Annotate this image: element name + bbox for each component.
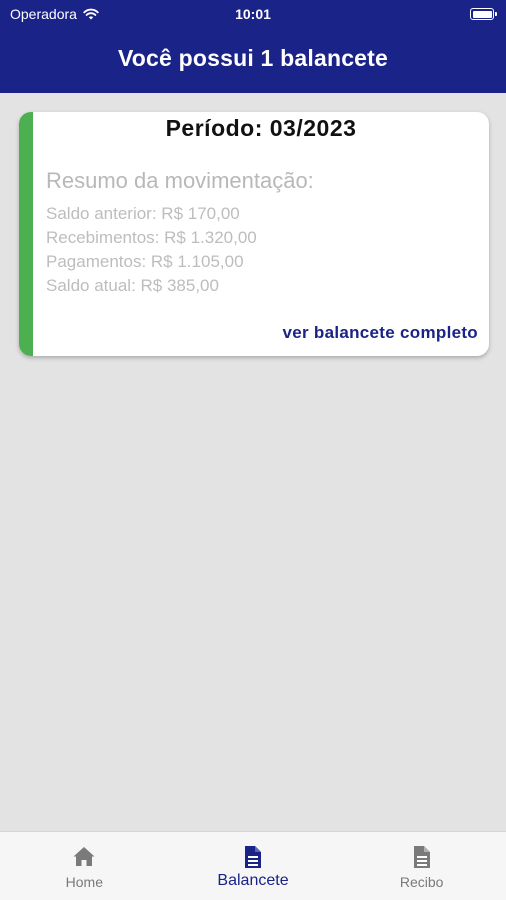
main-content: Período: 03/2023 Resumo da movimentação:… <box>0 93 506 831</box>
current-balance: Saldo atual: R$ 385,00 <box>46 276 219 295</box>
status-bar: Operadora 10:01 <box>0 0 506 28</box>
tab-recibo[interactable]: Recibo <box>337 832 506 900</box>
payments: Pagamentos: R$ 1.105,00 <box>46 252 244 271</box>
document-icon <box>245 846 261 868</box>
previous-balance: Saldo anterior: R$ 170,00 <box>46 204 240 223</box>
battery-icon <box>470 8 497 20</box>
home-icon <box>73 847 95 866</box>
card-period: Período: 03/2023 <box>165 115 357 141</box>
page-title: Você possui 1 balancete <box>117 45 389 71</box>
summary-lines: Saldo anterior: R$ 170,00 Recebimentos: … <box>46 202 257 298</box>
balance-card[interactable]: Período: 03/2023 Resumo da movimentação:… <box>19 112 489 356</box>
tab-home[interactable]: Home <box>0 832 169 900</box>
document-icon <box>413 846 430 868</box>
card-accent-bar <box>19 112 33 356</box>
tab-home-label: Home <box>65 874 104 890</box>
tab-balancete-label: Balancete <box>217 872 289 889</box>
tab-balancete[interactable]: Balancete <box>169 832 338 900</box>
clock: 10:01 <box>235 6 271 22</box>
summary-title: Resumo da movimentação: <box>46 168 314 193</box>
app-header: Operadora 10:01 Você possui 1 balancete <box>0 0 506 93</box>
view-full-balance-link[interactable]: ver balancete completo <box>282 323 478 343</box>
tab-bar: Home Balancete Recibo <box>0 831 506 900</box>
tab-recibo-label: Recibo <box>399 874 444 890</box>
receipts: Recebimentos: R$ 1.320,00 <box>46 228 257 247</box>
